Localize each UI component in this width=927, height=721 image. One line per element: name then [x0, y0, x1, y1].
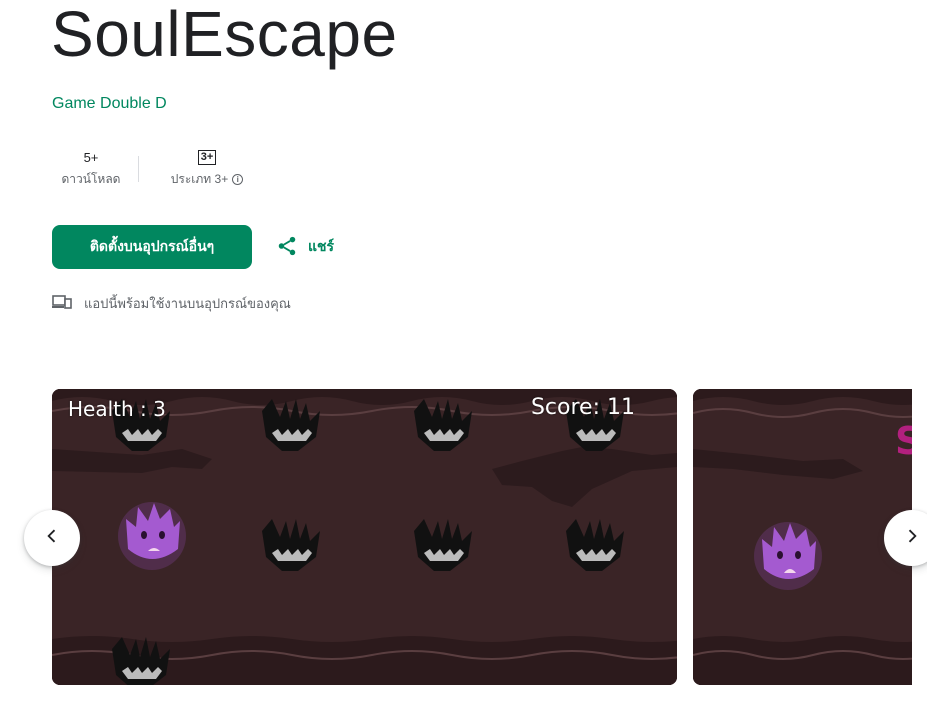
- device-availability: แอปนี้พร้อมใช้งานบนอุปกรณ์ของคุณ: [52, 293, 291, 314]
- info-icon[interactable]: i: [232, 174, 244, 185]
- screenshot-2[interactable]: S: [693, 389, 912, 685]
- soul-character: [118, 502, 186, 570]
- chevron-right-icon: [902, 526, 922, 551]
- game-scene-2: [693, 389, 912, 685]
- share-icon: [276, 235, 298, 260]
- health-display: Health : 3: [68, 397, 166, 421]
- downloads-value: 5+: [83, 149, 99, 165]
- app-title: SoulEscape: [51, 0, 398, 70]
- soul-character: [754, 522, 822, 590]
- share-button[interactable]: แชร์: [276, 233, 334, 261]
- downloads-stat: 5+ ดาวน์โหลด: [52, 148, 130, 189]
- chevron-left-icon: [42, 526, 62, 551]
- availability-text: แอปนี้พร้อมใช้งานบนอุปกรณ์ของคุณ: [84, 296, 291, 311]
- score-display: Score: 11: [530, 395, 635, 420]
- share-label: แชร์: [308, 238, 335, 254]
- downloads-label: ดาวน์โหลด: [61, 172, 121, 186]
- game-scene-1: [52, 389, 677, 685]
- devices-icon: [52, 294, 72, 313]
- content-rating-stat[interactable]: 3+ ประเภท 3+ i: [147, 148, 267, 189]
- stats-divider: [138, 155, 139, 182]
- content-rating-badge: 3+: [197, 149, 217, 165]
- install-on-other-devices-button[interactable]: ติดตั้งบนอุปกรณ์อื่นๆ: [52, 225, 252, 269]
- screenshot-carousel: Health : 3 Score: 11 S: [52, 389, 912, 686]
- carousel-prev-button[interactable]: [24, 510, 80, 566]
- screenshot-1[interactable]: Health : 3 Score: 11: [52, 389, 677, 685]
- game-title-partial: S: [895, 419, 912, 463]
- developer-link[interactable]: Game Double D: [52, 95, 167, 113]
- content-rating-label: ประเภท 3+: [170, 172, 229, 186]
- app-stats: 5+ ดาวน์โหลด 3+ ประเภท 3+ i: [52, 148, 267, 189]
- app-details-page: SoulEscape Game Double D 5+ ดาวน์โหลด 3+…: [0, 0, 927, 721]
